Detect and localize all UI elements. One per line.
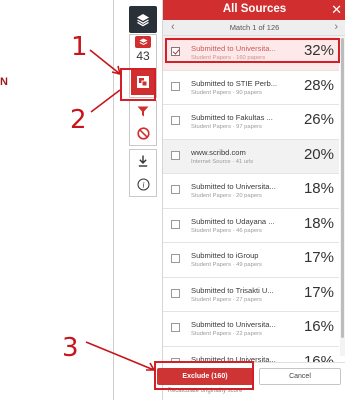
filter-icon[interactable] — [137, 106, 149, 117]
annotation-box-exclude-button — [154, 361, 254, 390]
similarity-count-button[interactable]: 43 — [130, 35, 156, 63]
source-title[interactable]: Submitted to Fakultas ... — [191, 113, 283, 122]
source-row[interactable]: www.scribd.com Internet Source · 41 urls 2… — [163, 139, 339, 174]
annotation-arrow-2 — [90, 89, 121, 113]
match-overview-icon — [135, 35, 151, 48]
scrollbar-thumb[interactable] — [341, 38, 344, 338]
source-title[interactable]: Submitted to Udayana ... — [191, 217, 283, 226]
no-entry-icon[interactable] — [136, 127, 150, 140]
layers-icon — [137, 13, 149, 26]
source-checkbox[interactable] — [171, 116, 180, 125]
download-icon[interactable] — [138, 155, 148, 167]
source-title[interactable]: Submitted to Universita... — [191, 320, 283, 329]
source-row[interactable]: Submitted to STIE Perb... Student Papers … — [163, 70, 339, 105]
source-subtitle: Student Papers · 90 papers — [191, 89, 262, 96]
source-row[interactable]: Submitted to Universita... Student Papers… — [163, 174, 339, 209]
cancel-button[interactable]: Cancel — [259, 368, 341, 385]
source-percent: 16% — [303, 318, 334, 335]
source-subtitle: Student Papers · 20 papers — [191, 193, 262, 199]
source-checkbox[interactable] — [171, 288, 180, 298]
svg-text:i: i — [142, 180, 144, 189]
source-percent: 18% — [303, 180, 334, 197]
source-subtitle: Student Papers · 46 papers — [191, 227, 262, 234]
source-row[interactable]: Submitted to Trisakti U... Student Papers… — [163, 277, 339, 312]
source-percent: 20% — [303, 145, 334, 163]
annotation-box-first-source — [165, 38, 340, 63]
stray-label: N — [0, 76, 8, 88]
match-navigator: ‹ Match 1 of 126 › — [163, 20, 345, 36]
annotation-number-1: 1 — [71, 32, 88, 62]
source-checkbox[interactable] — [171, 81, 180, 91]
source-title[interactable]: Submitted to iGroup — [191, 251, 283, 260]
panel-title: All Sources — [222, 3, 287, 15]
source-list: Submitted to Universita... Student Papers… — [163, 36, 339, 381]
annotation-number-2: 2 — [70, 105, 87, 135]
source-percent: 17% — [303, 283, 334, 301]
source-row[interactable]: Submitted to Fakultas ... Student Papers … — [163, 105, 339, 140]
source-row[interactable]: Submitted to iGroup Student Papers · 49 p… — [163, 243, 339, 278]
info-icon[interactable]: i — [137, 178, 150, 191]
match-counter: Match 1 of 126 — [229, 23, 280, 32]
annotation-box-sources-button — [120, 68, 156, 101]
source-title[interactable]: Submitted to Universita... — [191, 182, 283, 191]
source-row[interactable]: Submitted to Udayana ... Student Papers ·… — [163, 208, 339, 243]
filter-group — [129, 100, 157, 146]
source-checkbox[interactable] — [171, 185, 180, 194]
download-info-group: i — [129, 149, 157, 197]
source-subtitle: Internet Source · 41 urls — [191, 158, 254, 165]
layers-button[interactable] — [129, 6, 157, 33]
source-title[interactable]: Submitted to Trisakti U... — [191, 286, 283, 295]
source-title[interactable]: www.scribd.com — [191, 148, 283, 157]
source-subtitle: Student Papers · 97 papers — [191, 124, 262, 130]
close-icon[interactable]: ✕ — [331, 2, 342, 18]
screenshot-stage: { "stray_text": "N", "toolbar": { "layer… — [0, 0, 345, 400]
source-subtitle: Student Papers · 49 papers — [191, 262, 262, 268]
annotation-number-3: 3 — [62, 333, 79, 363]
chevron-right-icon[interactable]: › — [334, 21, 338, 33]
source-subtitle: Student Papers · 27 papers — [191, 296, 262, 303]
panel-header: All Sources ✕ — [163, 0, 345, 20]
source-percent: 17% — [303, 249, 334, 266]
source-subtitle: Student Papers · 22 papers — [191, 331, 262, 337]
source-percent: 26% — [303, 111, 334, 128]
source-title[interactable]: Submitted to STIE Perb... — [191, 79, 283, 88]
scrollbar[interactable] — [340, 36, 345, 356]
annotation-arrow-1 — [89, 49, 122, 76]
source-checkbox[interactable] — [171, 323, 180, 332]
source-checkbox[interactable] — [171, 150, 180, 160]
source-percent: 28% — [303, 76, 334, 94]
similarity-count: 43 — [136, 48, 150, 63]
source-percent: 18% — [303, 214, 334, 232]
source-checkbox[interactable] — [171, 254, 180, 263]
annotation-arrow-3 — [85, 341, 156, 371]
source-checkbox[interactable] — [171, 219, 180, 229]
source-row[interactable]: Submitted to Universita... Student Papers… — [163, 312, 339, 347]
